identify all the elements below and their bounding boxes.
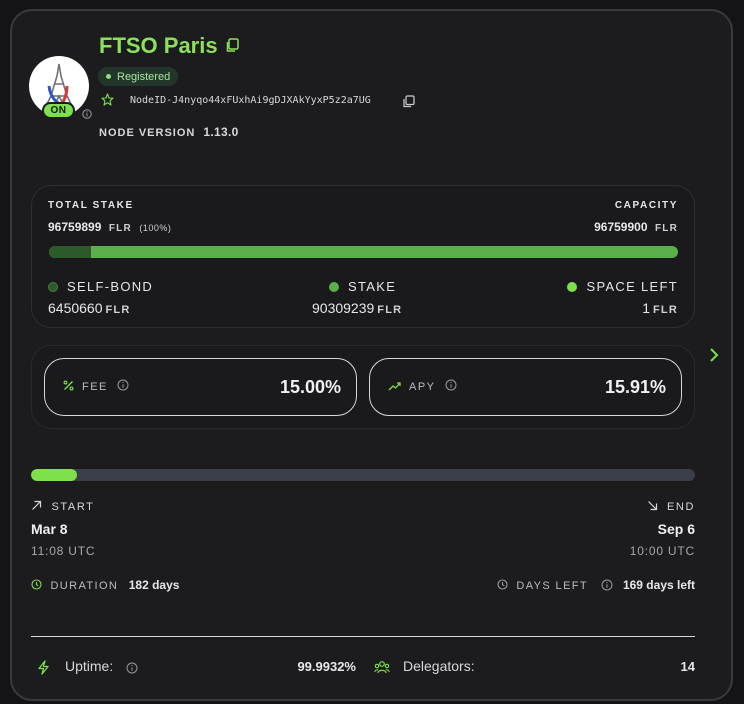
end-date: Sep 6 xyxy=(657,521,695,537)
total-stake-unit: FLR xyxy=(108,223,132,234)
selfbond-fill xyxy=(49,246,91,258)
capacity: 96759900 FLR xyxy=(594,218,678,236)
percent-icon xyxy=(63,378,74,396)
stake-amount: 90309239 FLR xyxy=(312,300,402,316)
apy-info-icon[interactable] xyxy=(445,378,457,396)
copy-name-icon[interactable] xyxy=(225,38,239,58)
chevron-right-icon[interactable] xyxy=(707,347,721,368)
star-icon[interactable] xyxy=(101,93,114,111)
divider xyxy=(31,636,695,637)
total-stake-value: 96759899 xyxy=(48,220,102,234)
stake-label: STAKE xyxy=(348,279,397,294)
uptime-value: 99.9932% xyxy=(297,659,356,674)
node-id: NodeID-J4nyqo44xFUxhAi9gDJXAkYyxP5z2a7UG xyxy=(130,95,371,106)
stake-value: 90309239 xyxy=(312,300,375,316)
fee-box: FEE 15.00% xyxy=(44,358,357,416)
node-version: NODE VERSION 1.13.0 xyxy=(99,125,239,139)
legend-space-left: SPACE LEFT xyxy=(567,278,678,296)
node-version-label: NODE VERSION xyxy=(99,127,196,139)
registered-dot xyxy=(106,74,111,79)
days-left-value: 169 days left xyxy=(622,578,695,592)
capacity-value: 96759900 xyxy=(594,220,648,234)
duration: DURATION 182 days xyxy=(31,576,179,594)
total-stake: 96759899 FLR (100%) xyxy=(48,218,171,236)
users-icon xyxy=(374,660,390,679)
selfbond-amount: 6450660 FLR xyxy=(48,300,131,316)
apy-box: APY 15.91% xyxy=(369,358,682,416)
legend-stake: STAKE xyxy=(329,278,396,296)
arrow-up-right-icon xyxy=(31,497,46,514)
clock-icon xyxy=(31,576,46,593)
apy-label: APY xyxy=(409,381,436,393)
total-stake-percent: (100%) xyxy=(139,223,172,233)
space-left-dot xyxy=(567,282,578,292)
stake-dot xyxy=(329,282,339,292)
validation-period-fill xyxy=(31,469,78,481)
selfbond-label: SELF-BOND xyxy=(67,279,154,294)
days-left-label: DAYS LEFT xyxy=(516,580,589,592)
bolt-icon xyxy=(37,660,50,680)
uptime-label: Uptime: xyxy=(65,658,114,674)
online-status-badge: ON xyxy=(42,102,75,119)
fee-label: FEE xyxy=(82,381,108,393)
start-label: START xyxy=(51,501,95,513)
registered-label: Registered xyxy=(117,70,171,83)
validation-period-bar xyxy=(31,469,695,481)
start-date: Mar 8 xyxy=(31,521,68,537)
capacity-label: CAPACITY xyxy=(614,200,678,211)
stake-progress-bar xyxy=(49,246,678,258)
start-header: START xyxy=(31,497,95,515)
capacity-unit: FLR xyxy=(654,223,678,234)
apy-value: 15.91% xyxy=(604,376,666,397)
arrow-down-right-icon xyxy=(647,497,662,514)
space-left-amount: 1 FLR xyxy=(642,300,678,316)
fee-value: 15.00% xyxy=(279,376,341,397)
uptime-info-icon[interactable] xyxy=(126,661,138,679)
start-time: 11:08 UTC xyxy=(31,544,96,558)
days-left: DAYS LEFT 169 days left xyxy=(497,576,695,594)
selfbond-dot xyxy=(48,282,58,292)
delegators-value: 14 xyxy=(680,659,695,674)
end-header: END xyxy=(647,497,695,515)
space-left-unit: FLR xyxy=(653,304,678,316)
copy-node-id-icon[interactable] xyxy=(402,95,415,113)
legend-selfbond: SELF-BOND xyxy=(48,278,153,296)
days-left-clock-icon xyxy=(497,576,512,593)
selfbond-value: 6450660 xyxy=(48,300,103,316)
node-version-value: 1.13.0 xyxy=(203,125,239,139)
total-stake-label: TOTAL STAKE xyxy=(48,200,134,211)
space-left-value: 1 xyxy=(642,300,651,316)
days-left-info-icon[interactable] xyxy=(601,576,617,593)
stake-unit: FLR xyxy=(377,304,403,316)
trend-up-icon xyxy=(388,378,401,396)
space-left-label: SPACE LEFT xyxy=(586,279,678,294)
delegators-label: Delegators: xyxy=(403,658,475,674)
selfbond-unit: FLR xyxy=(105,304,131,316)
duration-label: DURATION xyxy=(50,580,119,592)
duration-value: 182 days xyxy=(128,578,180,592)
end-label: END xyxy=(666,501,695,513)
stake-panel: TOTAL STAKE 96759899 FLR (100%) CAPACITY… xyxy=(31,185,695,328)
registered-badge: Registered xyxy=(98,67,179,86)
validator-name: FTSO Paris xyxy=(99,33,218,58)
status-info-icon[interactable] xyxy=(82,106,92,124)
rates-panel: FEE 15.00% APY 15.91% xyxy=(31,345,695,429)
end-time: 10:00 UTC xyxy=(629,544,695,558)
fee-info-icon[interactable] xyxy=(117,378,129,396)
